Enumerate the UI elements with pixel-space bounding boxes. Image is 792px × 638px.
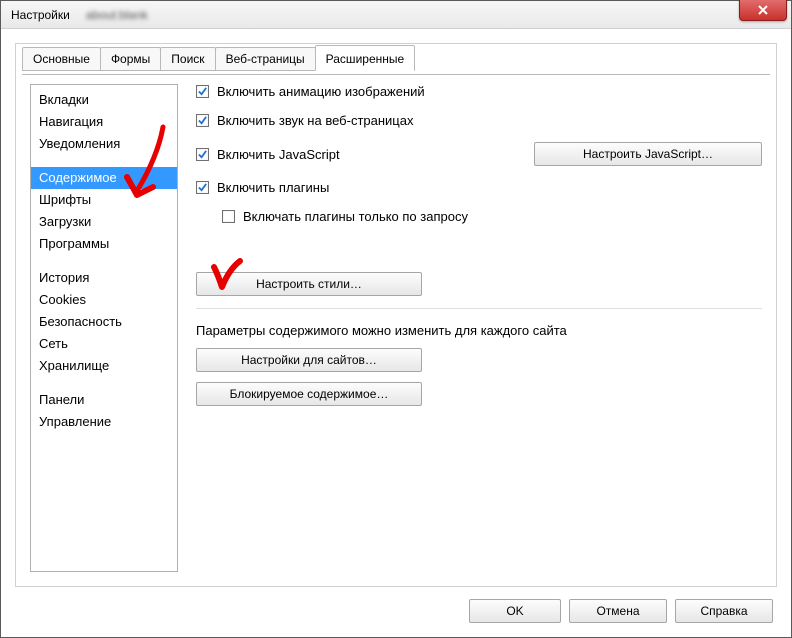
sidebar-item-paneli[interactable]: Панели: [31, 389, 177, 411]
sidebar-item-programmy[interactable]: Программы: [31, 233, 177, 255]
sidebar-item-upravlenie[interactable]: Управление: [31, 411, 177, 433]
checkbox-anim[interactable]: [196, 85, 209, 98]
tab-osnovnye[interactable]: Основные: [22, 47, 101, 71]
checkbox-js[interactable]: [196, 148, 209, 161]
content-frame: Основные Формы Поиск Веб-страницы Расшир…: [15, 43, 777, 587]
site-params-text: Параметры содержимого можно изменить для…: [196, 323, 762, 338]
site-settings-button[interactable]: Настройки для сайтов…: [196, 348, 422, 372]
content-panel: Включить анимацию изображений Включить з…: [196, 84, 762, 572]
checkbox-plugins-ondemand[interactable]: [222, 210, 235, 223]
sidebar-item-zagruzki[interactable]: Загрузки: [31, 211, 177, 233]
config-js-button[interactable]: Настроить JavaScript…: [534, 142, 762, 166]
label-anim: Включить анимацию изображений: [217, 84, 425, 99]
sidebar-item-cookies[interactable]: Cookies: [31, 289, 177, 311]
sidebar-item-uvedomleniya[interactable]: Уведомления: [31, 133, 177, 155]
footer: OK Отмена Справка: [469, 599, 773, 623]
tab-underline: [22, 74, 770, 75]
sidebar-item-soderzhimoe[interactable]: Содержимое: [31, 167, 177, 189]
label-plugins-ondemand: Включать плагины только по запросу: [243, 209, 468, 224]
close-button[interactable]: [739, 0, 787, 21]
tab-rasshirennye[interactable]: Расширенные: [315, 45, 416, 71]
tab-poisk[interactable]: Поиск: [160, 47, 215, 71]
settings-window: Настройки about:blank Основные Формы Пои…: [0, 0, 792, 638]
sidebar-item-bezopasnost[interactable]: Безопасность: [31, 311, 177, 333]
sidebar: Вкладки Навигация Уведомления Содержимое…: [30, 84, 178, 572]
label-plugins: Включить плагины: [217, 180, 329, 195]
blocked-content-button[interactable]: Блокируемое содержимое…: [196, 382, 422, 406]
sidebar-item-khranilishche[interactable]: Хранилище: [31, 355, 177, 377]
ok-button[interactable]: OK: [469, 599, 561, 623]
sidebar-item-navigatsiya[interactable]: Навигация: [31, 111, 177, 133]
label-js: Включить JavaScript: [217, 147, 340, 162]
inner-layout: Вкладки Навигация Уведомления Содержимое…: [30, 84, 762, 572]
checkbox-plugins[interactable]: [196, 181, 209, 194]
separator: [196, 308, 762, 309]
label-sound: Включить звук на веб-страницах: [217, 113, 413, 128]
sidebar-item-istoriya[interactable]: История: [31, 267, 177, 289]
window-title: Настройки: [11, 8, 70, 22]
close-icon: [757, 5, 769, 15]
sidebar-item-shrifty[interactable]: Шрифты: [31, 189, 177, 211]
tab-vebstranitsy[interactable]: Веб-страницы: [215, 47, 316, 71]
tab-formy[interactable]: Формы: [100, 47, 161, 71]
titlebar-blur: about:blank: [86, 8, 148, 22]
checkbox-sound[interactable]: [196, 114, 209, 127]
sidebar-item-set[interactable]: Сеть: [31, 333, 177, 355]
config-styles-button[interactable]: Настроить стили…: [196, 272, 422, 296]
titlebar: Настройки about:blank: [1, 1, 791, 29]
sidebar-item-vkladki[interactable]: Вкладки: [31, 89, 177, 111]
tabs: Основные Формы Поиск Веб-страницы Расшир…: [22, 43, 770, 71]
help-button[interactable]: Справка: [675, 599, 773, 623]
cancel-button[interactable]: Отмена: [569, 599, 667, 623]
